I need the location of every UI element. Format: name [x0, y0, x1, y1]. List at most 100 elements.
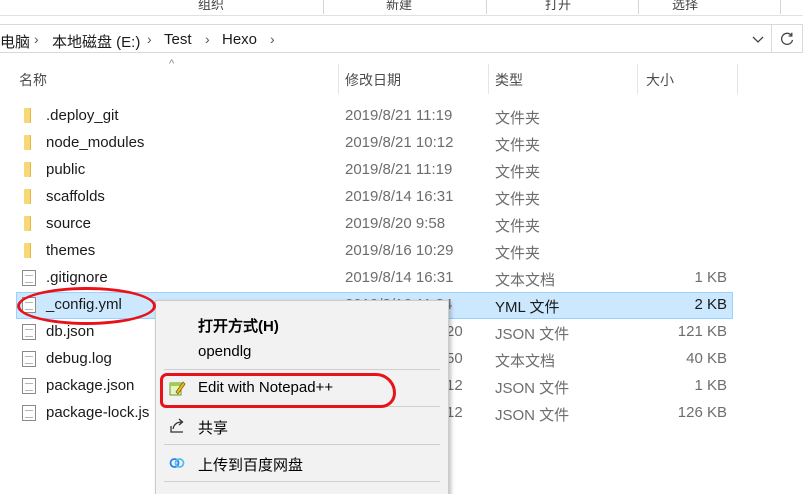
refresh-icon [781, 32, 794, 45]
share-icon [168, 417, 186, 435]
folder-icon [24, 189, 31, 204]
file-size: 2 KB [694, 296, 727, 313]
folder-icon [24, 108, 31, 123]
file-type: 文本文档 [495, 353, 556, 370]
ribbon-divider [638, 0, 639, 14]
ribbon: 组织 新建 打开 选择 [0, 0, 803, 14]
file-name: db.json [46, 323, 95, 340]
file-type: 文件夹 [495, 191, 541, 208]
chevron-right-icon[interactable]: › [205, 31, 210, 47]
breadcrumb-this-pc[interactable]: 电脑 [0, 31, 30, 52]
file-name: package-lock.js [46, 404, 150, 421]
breadcrumb-local-disk[interactable]: 本地磁盘 (E:) [52, 31, 140, 52]
chevron-right-icon[interactable]: › [147, 31, 152, 47]
menu-item-label: opendlg [198, 343, 252, 360]
chevron-right-icon[interactable]: › [34, 31, 39, 47]
file-date: 2019/8/14 16:31 [345, 269, 454, 286]
file-type: 文件夹 [495, 164, 541, 181]
ribbon-group-open[interactable]: 打开 [545, 0, 571, 13]
menu-separator [164, 444, 440, 445]
ribbon-divider [780, 0, 781, 14]
ribbon-divider [323, 0, 324, 14]
baidu-netdisk-icon [168, 454, 186, 472]
file-row-gitignore[interactable]: .gitignore 2019/8/14 16:31 文本文档 1 KB [16, 265, 733, 292]
file-type: JSON 文件 [495, 380, 570, 397]
file-name: source [46, 215, 92, 232]
file-name: node_modules [46, 134, 145, 151]
ribbon-group-new[interactable]: 新建 [386, 0, 412, 13]
menu-separator [164, 369, 440, 370]
column-header-size-label: 大小 [646, 72, 674, 88]
file-size: 1 KB [694, 269, 727, 286]
chevron-right-icon[interactable]: › [270, 31, 275, 47]
menu-item-label: Edit with Notepad++ [198, 379, 334, 396]
column-header-date[interactable]: 修改日期 [339, 64, 488, 94]
document-icon [22, 324, 36, 340]
menu-item-baidu-upload[interactable]: 上传到百度网盘 [156, 449, 448, 477]
context-menu: 打开方式(H) opendlg Edit with Notepad++ 共享 上… [155, 300, 449, 494]
column-header-name-label: 名称 [19, 72, 47, 88]
file-name: themes [46, 242, 96, 259]
menu-item-edit-with-notepadpp[interactable]: Edit with Notepad++ [156, 374, 448, 402]
file-date: 2019/8/16 10:29 [345, 242, 454, 259]
breadcrumb-test[interactable]: Test [164, 31, 192, 48]
file-type: 文件夹 [495, 245, 541, 262]
file-size: 40 KB [686, 350, 727, 367]
file-name: .deploy_git [46, 107, 119, 124]
refresh-button[interactable] [772, 24, 803, 53]
ribbon-bottom-border [0, 15, 803, 16]
folder-icon [24, 162, 31, 177]
file-date: 2019/8/21 11:19 [345, 161, 453, 178]
column-header-date-label: 修改日期 [345, 72, 401, 88]
menu-separator [164, 406, 440, 407]
menu-item-share[interactable]: 共享 [156, 412, 448, 440]
file-name: debug.log [46, 350, 112, 367]
column-header-type[interactable]: 类型 [489, 64, 637, 94]
file-name: scaffolds [46, 188, 105, 205]
menu-item-label: 共享 [198, 420, 229, 437]
file-type: 文件夹 [495, 137, 541, 154]
file-type: 文本文档 [495, 272, 556, 289]
menu-separator [164, 481, 440, 482]
notepadpp-icon [168, 379, 186, 397]
column-header-name[interactable]: 名称 [0, 64, 338, 94]
file-date: 2019/8/21 10:12 [345, 134, 454, 151]
file-type: JSON 文件 [495, 407, 570, 424]
ribbon-group-organize[interactable]: 组织 [198, 0, 224, 13]
file-name: package.json [46, 377, 135, 394]
file-size: 126 KB [677, 404, 727, 421]
ribbon-divider [486, 0, 487, 14]
file-type: 文件夹 [495, 110, 541, 127]
file-date: 2019/8/20 9:58 [345, 215, 446, 232]
document-icon [22, 378, 36, 394]
file-type: 文件夹 [495, 218, 541, 235]
chevron-down-icon[interactable] [748, 29, 768, 49]
file-date: 2019/8/14 16:31 [345, 188, 454, 205]
menu-item-label: 上传到百度网盘 [198, 457, 304, 474]
menu-item-label: 打开方式(H) [198, 318, 279, 335]
column-divider[interactable] [737, 64, 738, 94]
address-bar[interactable]: 电脑 › 本地磁盘 (E:) › Test › Hexo › [0, 24, 772, 53]
column-header-type-label: 类型 [495, 72, 523, 88]
file-row-node-modules[interactable]: node_modules 2019/8/21 10:12 文件夹 [16, 130, 733, 157]
folder-icon [24, 216, 31, 231]
folder-icon [24, 135, 31, 150]
file-name: _config.yml [46, 296, 122, 313]
file-size: 1 KB [694, 377, 727, 394]
file-name: public [46, 161, 86, 178]
file-row-deploy-git[interactable]: .deploy_git 2019/8/21 11:19 文件夹 [16, 103, 733, 130]
menu-item-opendlg[interactable]: opendlg [156, 338, 448, 366]
file-name: .gitignore [46, 269, 108, 286]
file-row-public[interactable]: public 2019/8/21 11:19 文件夹 [16, 157, 733, 184]
file-row-themes[interactable]: themes 2019/8/16 10:29 文件夹 [16, 238, 733, 265]
ribbon-group-select[interactable]: 选择 [672, 0, 698, 13]
column-header-size[interactable]: 大小 [638, 64, 738, 94]
folder-icon [24, 243, 31, 258]
file-row-scaffolds[interactable]: scaffolds 2019/8/14 16:31 文件夹 [16, 184, 733, 211]
file-date: 2019/8/21 11:19 [345, 107, 453, 124]
document-icon [22, 270, 36, 286]
menu-item-open-with[interactable]: 打开方式(H) [156, 310, 448, 338]
file-row-source[interactable]: source 2019/8/20 9:58 文件夹 [16, 211, 733, 238]
breadcrumb-hexo[interactable]: Hexo [222, 31, 257, 48]
document-icon [22, 351, 36, 367]
